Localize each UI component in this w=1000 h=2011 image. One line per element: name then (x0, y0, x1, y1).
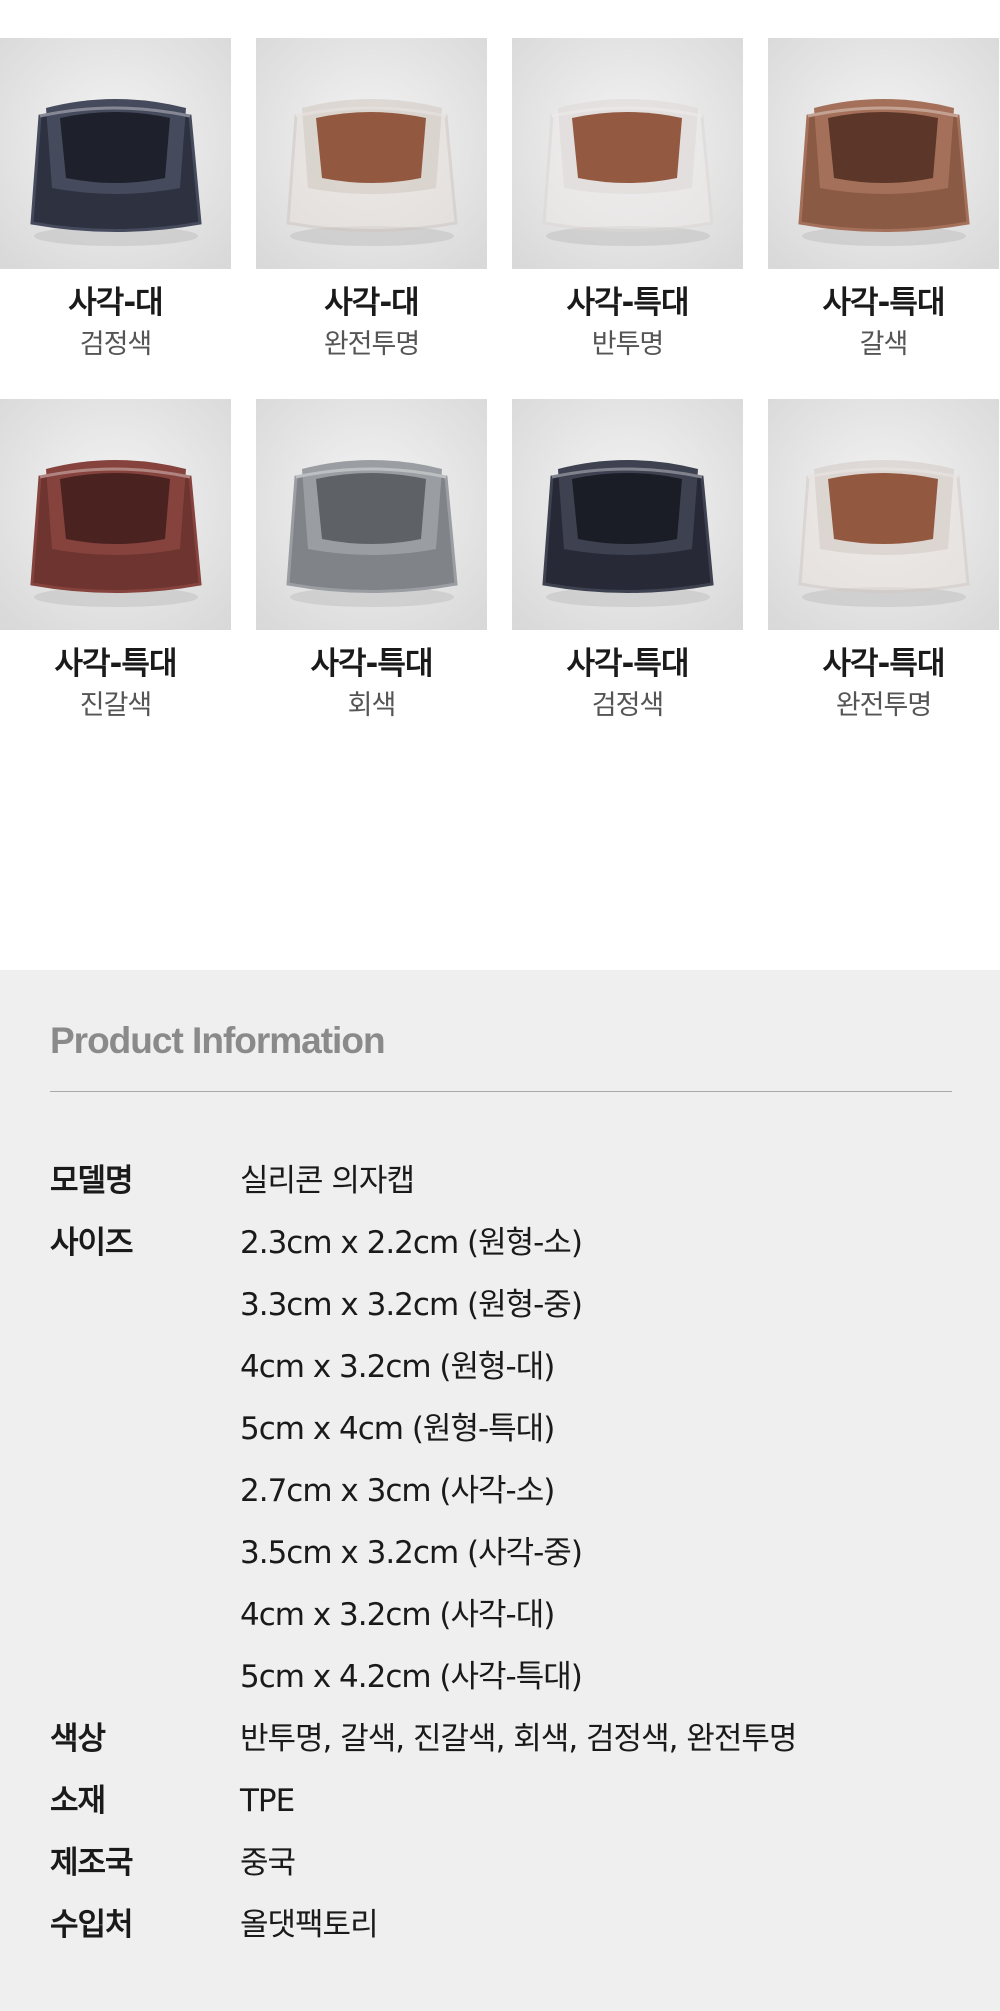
product-color: 완전투명 (835, 690, 932, 721)
product-card: 사각-대완전투명 (256, 38, 487, 363)
product-image (768, 399, 999, 630)
product-card: 사각-대검정색 (0, 38, 231, 363)
product-image (0, 38, 231, 269)
product-card: 사각-특대완전투명 (768, 399, 999, 724)
info-row: 모델명 실리콘 의자캡 (50, 1150, 960, 1212)
info-value: 3.5cm x 3.2cm (사각-중) (240, 1535, 583, 1571)
info-rows: 모델명 실리콘 의자캡사이즈 2.3cm x 2.2cm (원형-소) 3.3cm x… (50, 1150, 960, 1956)
product-name: 사각-특대 (822, 646, 946, 682)
info-label: 색상 (50, 1721, 106, 1757)
product-color: 진갈색 (79, 690, 153, 721)
info-values: 중국 (240, 1832, 960, 1894)
info-label: 수입처 (50, 1907, 134, 1943)
info-value: 3.3cm x 3.2cm (원형-중) (240, 1287, 583, 1323)
info-value: 2.7cm x 3cm (사각-소) (240, 1473, 555, 1509)
info-values: 반투명, 갈색, 진갈색, 회색, 검정색, 완전투명 (240, 1708, 960, 1770)
divider (50, 1091, 952, 1092)
product-card: 사각-특대회색 (256, 399, 487, 724)
product-color: 완전투명 (323, 329, 420, 360)
info-label: 소재 (50, 1783, 106, 1819)
product-color: 검정색 (591, 690, 665, 721)
info-row: 소재 TPE (50, 1770, 960, 1832)
product-color: 갈색 (859, 329, 909, 360)
info-value: 중국 (240, 1845, 296, 1881)
product-color: 회색 (347, 690, 397, 721)
product-name: 사각-특대 (54, 646, 178, 682)
product-image (256, 38, 487, 269)
product-image (0, 399, 231, 630)
info-value: 올댓팩토리 (240, 1907, 379, 1943)
info-value: 4cm x 3.2cm (원형-대) (240, 1349, 555, 1385)
info-row: 수입처 올댓팩토리 (50, 1894, 960, 1956)
info-values: 올댓팩토리 (240, 1894, 960, 1956)
info-value: 2.3cm x 2.2cm (원형-소) (240, 1225, 583, 1261)
product-image (256, 399, 487, 630)
info-value: 반투명, 갈색, 진갈색, 회색, 검정색, 완전투명 (240, 1721, 797, 1757)
product-card: 사각-특대진갈색 (0, 399, 231, 724)
product-image (512, 399, 743, 630)
product-name: 사각-대 (68, 285, 163, 321)
info-values: 2.3cm x 2.2cm (원형-소) 3.3cm x 3.2cm (원형-중)… (240, 1212, 960, 1708)
product-card: 사각-특대반투명 (512, 38, 743, 363)
product-information-panel: Product Information 모델명 실리콘 의자캡사이즈 2.3cm x… (0, 970, 1000, 2011)
product-card: 사각-특대갈색 (768, 38, 999, 363)
product-image (512, 38, 743, 269)
product-name: 사각-대 (324, 285, 419, 321)
info-row: 색상 반투명, 갈색, 진갈색, 회색, 검정색, 완전투명 (50, 1708, 960, 1770)
product-color: 반투명 (591, 329, 665, 360)
product-name: 사각-특대 (566, 646, 690, 682)
info-value: 5cm x 4cm (원형-특대) (240, 1411, 555, 1447)
info-label: 제조국 (50, 1845, 134, 1881)
info-value: TPE (240, 1783, 295, 1819)
product-image (768, 38, 999, 269)
product-card: 사각-특대검정색 (512, 399, 743, 724)
product-name: 사각-특대 (566, 285, 690, 321)
product-color: 검정색 (79, 329, 153, 360)
info-value: 5cm x 4.2cm (사각-특대) (240, 1659, 583, 1695)
info-value: 4cm x 3.2cm (사각-대) (240, 1597, 555, 1633)
info-row: 사이즈 2.3cm x 2.2cm (원형-소) 3.3cm x 3.2cm (원형… (50, 1212, 960, 1708)
info-value: 실리콘 의자캡 (240, 1163, 415, 1199)
info-row: 제조국 중국 (50, 1832, 960, 1894)
info-values: 실리콘 의자캡 (240, 1150, 960, 1212)
product-name: 사각-특대 (822, 285, 946, 321)
info-title: Product Information (50, 1020, 386, 1061)
product-name: 사각-특대 (310, 646, 434, 682)
info-label: 모델명 (50, 1163, 134, 1199)
info-values: TPE (240, 1770, 960, 1832)
info-label: 사이즈 (50, 1225, 134, 1261)
